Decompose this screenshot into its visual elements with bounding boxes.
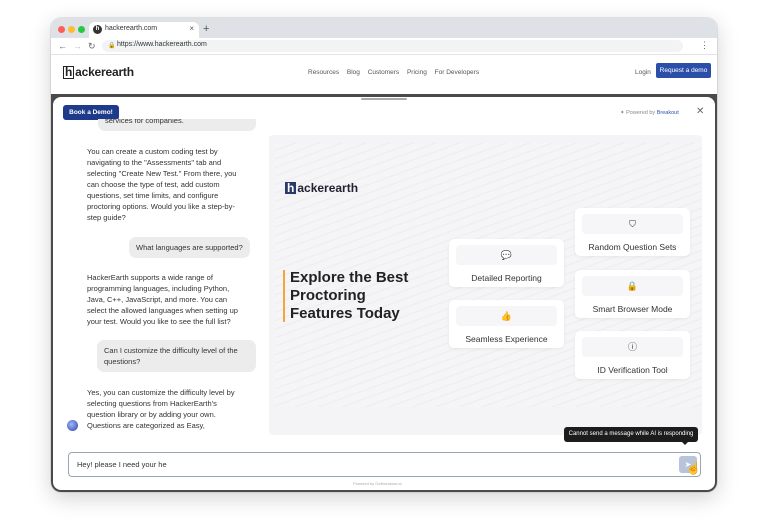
nav-customers[interactable]: Customers — [368, 69, 399, 76]
back-icon[interactable]: ← — [58, 41, 67, 51]
bot-message: Yes, you can customize the difficulty le… — [87, 388, 235, 430]
chat-modal: Book a Demo! ✦ Powered by Breakout ✕ ser… — [53, 97, 715, 490]
new-tab-icon[interactable]: + — [203, 23, 209, 35]
pointer-cursor-icon: ☝ — [686, 461, 701, 475]
preview-canvas: h ackerearth Explore the Best Proctoring … — [275, 143, 702, 407]
bot-avatar-icon — [67, 420, 78, 431]
footer-note: Powered by Getbreakout.ai — [353, 481, 402, 486]
favicon-icon: h — [93, 25, 102, 34]
preview-headline: Explore the Best Proctoring Features Tod… — [290, 269, 409, 322]
thumbs-up-icon: 👍 — [456, 306, 557, 326]
tab-strip: h hackerearth.com × + — [51, 18, 717, 38]
feature-card-random-question-sets: ⛉ Random Question Sets — [575, 208, 690, 256]
shield-icon: ⛉ — [582, 214, 683, 234]
nav-pricing[interactable]: Pricing — [407, 69, 427, 76]
user-message: Can I customize the difficulty level of … — [97, 340, 256, 372]
browser-menu-icon[interactable]: ⋮ — [700, 40, 709, 51]
address-bar[interactable]: 🔒 https://www.hackerearth.com — [102, 40, 683, 52]
feature-card-smart-browser-mode: 🔒 Smart Browser Mode — [575, 270, 690, 318]
preview-logo: h ackerearth — [285, 181, 359, 195]
browser-toolbar: ← → ↻ 🔒 https://www.hackerearth.com ⋮ — [51, 38, 717, 55]
login-link[interactable]: Login — [635, 69, 651, 76]
powered-brand[interactable]: Breakout — [657, 110, 679, 116]
nav-resources[interactable]: Resources — [308, 69, 339, 76]
feature-card-seamless-experience: 👍 Seamless Experience — [449, 300, 564, 348]
info-icon: ⓘ — [582, 337, 683, 357]
book-demo-button[interactable]: Book a Demo! — [63, 105, 119, 120]
feature-preview: h ackerearth Explore the Best Proctoring … — [269, 135, 702, 435]
close-icon[interactable]: ✕ — [696, 106, 704, 117]
headline-accent — [283, 270, 285, 322]
feature-card-id-verification-tool: ⓘ ID Verification Tool — [575, 331, 690, 379]
lock-icon: 🔒 — [108, 43, 116, 49]
site-nav: Resources Blog Customers Pricing For Dev… — [308, 69, 485, 76]
forward-icon[interactable]: → — [73, 41, 82, 51]
tab-title: hackerearth.com — [105, 25, 158, 32]
close-window-button[interactable] — [58, 26, 65, 33]
request-demo-button[interactable]: Request a demo — [656, 63, 711, 78]
bot-message: You can create a custom coding test by n… — [87, 147, 237, 222]
browser-window: h hackerearth.com × + ← → ↻ 🔒 https://ww… — [51, 18, 717, 492]
url-text: https://www.hackerearth.com — [117, 41, 207, 48]
minimize-window-button[interactable] — [68, 26, 75, 33]
bot-message: HackerEarth supports a wide range of pro… — [87, 273, 238, 326]
close-tab-icon[interactable]: × — [189, 24, 194, 33]
lock-icon: 🔒 — [582, 276, 683, 296]
nav-for-developers[interactable]: For Developers — [435, 69, 479, 76]
site-header: h ackerearth Resources Blog Customers Pri… — [51, 56, 717, 94]
powered-by-label: ✦ Powered by Breakout — [620, 110, 679, 116]
chat-transcript[interactable]: services for companies. You can create a… — [63, 119, 263, 439]
user-message: services for companies. — [98, 119, 256, 131]
maximize-window-button[interactable] — [78, 26, 85, 33]
browser-tab[interactable]: h hackerearth.com × — [89, 22, 199, 38]
send-disabled-tooltip: Cannot send a message while AI is respon… — [564, 427, 698, 445]
chat-input-value: Hey! please I need your he — [77, 460, 167, 469]
sparkle-icon: ✦ — [620, 110, 625, 116]
drag-handle[interactable] — [361, 98, 407, 100]
feature-card-detailed-reporting: 💬 Detailed Reporting — [449, 239, 564, 287]
chat-input[interactable]: Hey! please I need your he ➤ — [68, 452, 701, 477]
chat-icon: 💬 — [456, 245, 557, 265]
reload-icon[interactable]: ↻ — [88, 41, 96, 52]
site-logo[interactable]: h ackerearth — [63, 65, 134, 79]
user-message: What languages are supported? — [129, 237, 250, 258]
nav-blog[interactable]: Blog — [347, 69, 360, 76]
